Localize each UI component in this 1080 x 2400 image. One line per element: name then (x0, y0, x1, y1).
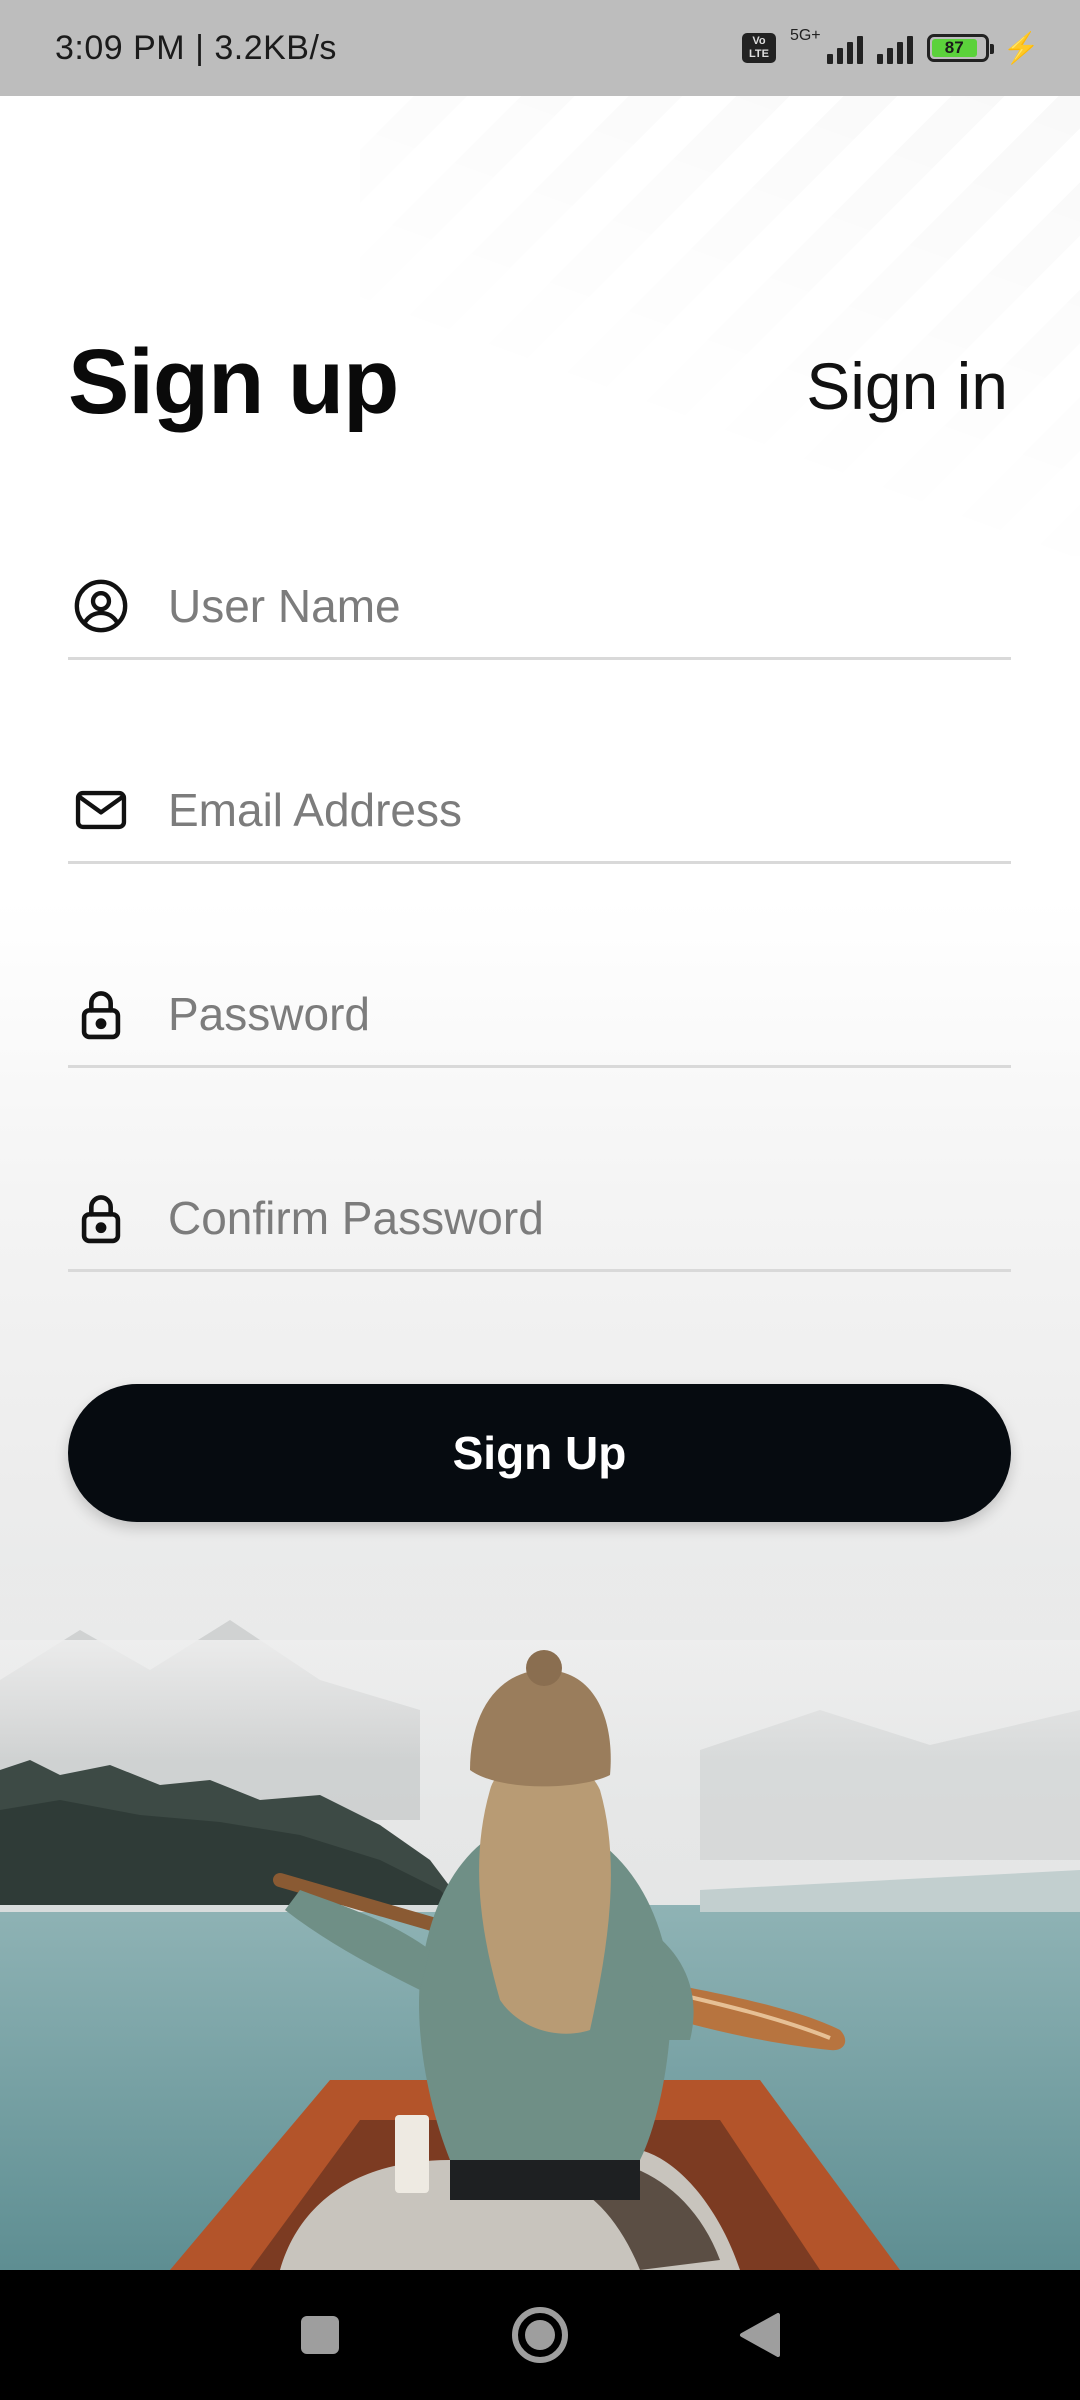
recents-icon[interactable] (285, 2300, 355, 2370)
password-input[interactable] (168, 986, 988, 1041)
user-circle-icon (68, 573, 134, 639)
confirm-password-field (68, 1166, 1011, 1272)
signup-screen: 3:09 PM | 3.2KB/s Vo LTE 5G+ 87 ⚡ Sign up… (0, 0, 1080, 2400)
status-icons: Vo LTE 5G+ 87 ⚡ (741, 27, 1040, 66)
email-field (68, 758, 1011, 864)
lock-icon (68, 1185, 134, 1251)
volte-icon: Vo LTE (741, 33, 776, 63)
charging-icon: ⚡ (1002, 31, 1040, 65)
confirm-password-input[interactable] (168, 1190, 988, 1245)
status-time: 3:09 PM | 3.2KB/s (55, 28, 337, 67)
background-decoration (360, 96, 1080, 556)
signal-icon (826, 32, 863, 64)
username-input[interactable] (168, 578, 988, 633)
status-bar: 3:09 PM | 3.2KB/s Vo LTE 5G+ 87 ⚡ (0, 0, 1080, 96)
signal-icon-2 (876, 32, 913, 64)
system-nav-bar (0, 2270, 1080, 2400)
battery-level: 87 (944, 38, 964, 57)
back-icon[interactable] (725, 2300, 795, 2370)
home-icon[interactable] (505, 2300, 575, 2370)
network-type: 5G+ (789, 27, 821, 44)
sign-in-link[interactable]: Sign in (806, 348, 1008, 424)
email-input[interactable] (168, 782, 988, 837)
background-photo (0, 1560, 1080, 2270)
username-field (68, 554, 1011, 660)
mail-icon (68, 777, 134, 843)
password-field (68, 962, 1011, 1068)
sign-up-button[interactable]: Sign Up (68, 1384, 1011, 1522)
lock-icon (68, 981, 134, 1047)
page-title: Sign up (68, 331, 399, 433)
battery-icon: 87 (926, 34, 994, 62)
